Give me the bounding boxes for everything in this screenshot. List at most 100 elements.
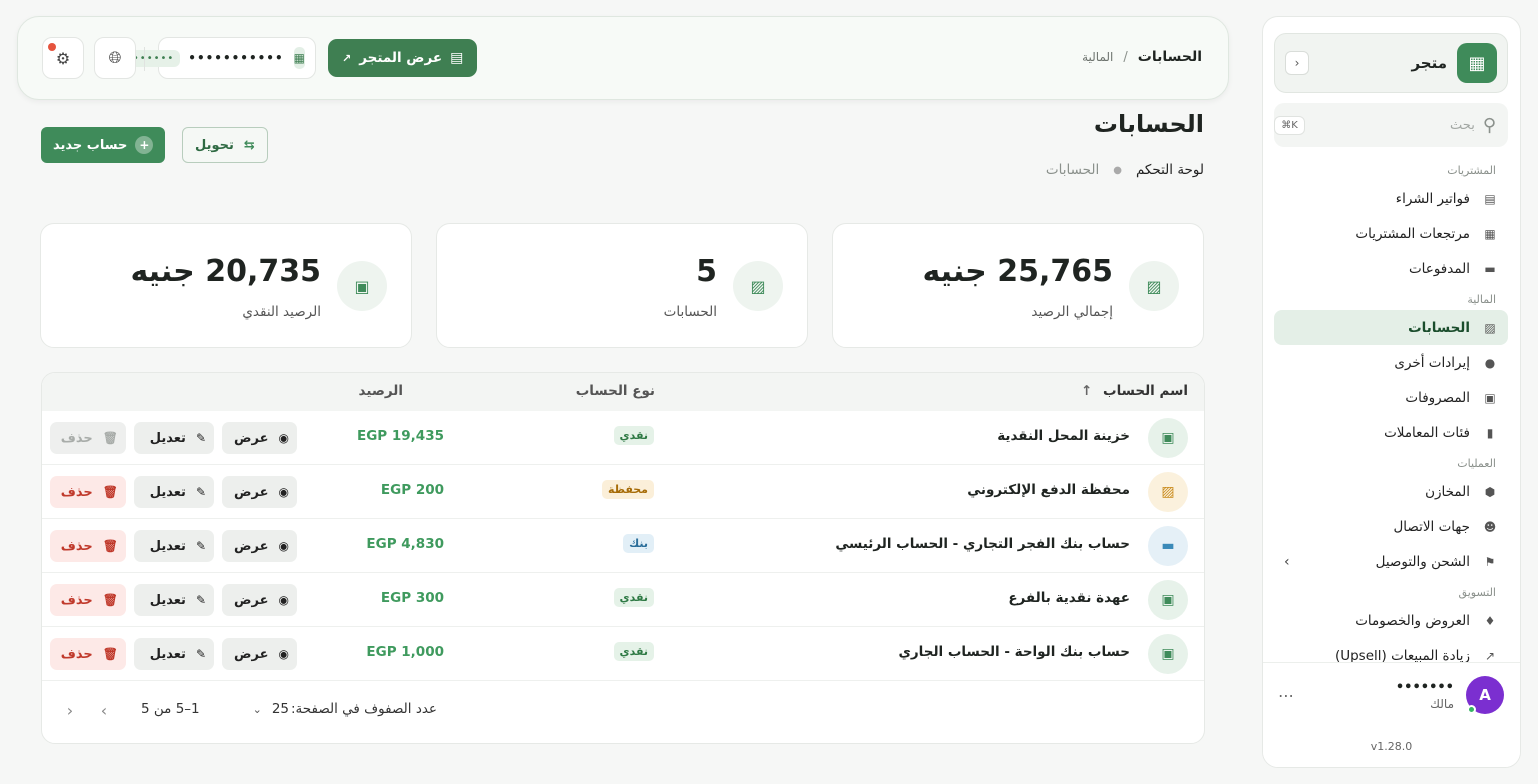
edit-button[interactable]: ✎ تعديل bbox=[134, 638, 214, 670]
new-account-button[interactable]: + حساب جديد bbox=[41, 127, 166, 163]
sidebar-item[interactable]: ⚑ الشحن والتوصيل › bbox=[1274, 544, 1508, 579]
stat-label: إجمالي الرصيد bbox=[1031, 304, 1113, 320]
sidebar-item[interactable]: ● إيرادات أخرى bbox=[1274, 345, 1508, 380]
account-name[interactable]: عهدة نقدية بالفرع bbox=[1008, 590, 1130, 606]
invoice-icon: ▤ bbox=[1484, 191, 1496, 206]
sidebar-item[interactable]: ☻ جهات الاتصال bbox=[1274, 509, 1508, 544]
table-row[interactable]: ▣ حساب بنك الواحة - الحساب الجاري نقدي E… bbox=[42, 627, 1204, 681]
breadcrumb-home[interactable]: لوحة التحكم bbox=[1136, 162, 1204, 178]
avatar-initial: A bbox=[1479, 686, 1491, 704]
collapse-sidebar-button[interactable]: ‹ bbox=[1285, 51, 1309, 75]
view-label: عرض bbox=[234, 592, 269, 608]
transfer-label: تحويل bbox=[195, 137, 234, 153]
store-switcher[interactable]: ▦ متجر ‹ bbox=[1274, 33, 1508, 93]
user-name: ••••••• bbox=[1395, 679, 1454, 695]
view-button[interactable]: ◉ عرض bbox=[222, 584, 297, 616]
column-header-name[interactable]: اسم الحساب ↑ bbox=[1081, 383, 1188, 399]
view-button[interactable]: ◉ عرض bbox=[222, 530, 297, 562]
delete-button[interactable]: 🗑︎ حذف bbox=[50, 638, 126, 670]
chevron-left-icon[interactable]: › bbox=[1284, 554, 1290, 570]
account-name[interactable]: حساب بنك الفجر التجاري - الحساب الرئيسي bbox=[835, 536, 1130, 552]
delete-button[interactable]: 🗑︎ حذف bbox=[50, 530, 126, 562]
sidebar-item[interactable]: ▤ فواتير الشراء bbox=[1274, 181, 1508, 216]
view-store-button[interactable]: ▤ عرض المتجر ↗ bbox=[328, 39, 478, 77]
next-page-button[interactable]: ‹ bbox=[56, 696, 84, 724]
delete-button[interactable]: 🗑︎ حذف bbox=[50, 584, 126, 616]
sidebar-item[interactable]: ▨ الحسابات bbox=[1274, 310, 1508, 345]
sidebar-search[interactable]: ⚲ ⌘K bbox=[1274, 103, 1508, 147]
eye-icon: ◉ bbox=[278, 485, 289, 499]
external-link-icon: ↗ bbox=[342, 51, 352, 65]
column-header-name-label: اسم الحساب bbox=[1103, 383, 1188, 399]
edit-button[interactable]: ✎ تعديل bbox=[134, 476, 214, 508]
box-icon: ⬢ bbox=[1484, 484, 1496, 499]
table-row[interactable]: ▣ عهدة نقدية بالفرع نقدي EGP 300 ◉ عرض ✎… bbox=[42, 573, 1204, 627]
pagination-range: 1–5 من 5 bbox=[141, 701, 200, 717]
rows-per-page-select[interactable]: 25 ⌄ bbox=[253, 701, 289, 717]
branch-selector[interactable]: ▦ ••••••••••• •••••• bbox=[126, 37, 316, 79]
breadcrumb-separator: / bbox=[1123, 49, 1128, 65]
eye-icon: ◉ bbox=[278, 647, 289, 661]
language-button[interactable]: 🌐︎ bbox=[94, 37, 136, 79]
view-label: عرض bbox=[234, 430, 269, 446]
sidebar-item[interactable]: ⬢ المخازن bbox=[1274, 474, 1508, 509]
transfer-button[interactable]: ⇆ تحويل bbox=[182, 127, 268, 163]
delete-button[interactable]: 🗑︎ حذف bbox=[50, 476, 126, 508]
previous-page-button[interactable]: › bbox=[90, 696, 118, 724]
account-name[interactable]: محفظة الدفع الإلكتروني bbox=[967, 482, 1130, 498]
settings-button[interactable]: ⚙ bbox=[42, 37, 84, 79]
sidebar-item-label: العروض والخصومات bbox=[1355, 612, 1470, 629]
account-name[interactable]: خزينة المحل النقدية bbox=[997, 428, 1130, 444]
avatar: A bbox=[1466, 676, 1504, 714]
return-icon: ▦ bbox=[1484, 226, 1496, 241]
sidebar-item[interactable]: ▮ فئات المعاملات bbox=[1274, 415, 1508, 450]
expense-icon: ▣ bbox=[1484, 390, 1496, 405]
search-input[interactable] bbox=[1304, 117, 1475, 133]
sidebar-item-label: المدفوعات bbox=[1408, 260, 1470, 277]
payment-icon: ▬ bbox=[1484, 261, 1496, 276]
edit-button[interactable]: ✎ تعديل bbox=[134, 530, 214, 562]
cash-icon: ▣ bbox=[337, 261, 387, 311]
breadcrumb-current-page: الحسابات bbox=[1045, 162, 1100, 178]
view-button[interactable]: ◉ عرض bbox=[222, 476, 297, 508]
table-row[interactable]: ▬ حساب بنك الفجر التجاري - الحساب الرئيس… bbox=[42, 519, 1204, 573]
sidebar-item[interactable]: ▬ المدفوعات bbox=[1274, 251, 1508, 286]
column-header-balance: الرصيد bbox=[358, 383, 403, 399]
store-logo-icon: ▦ bbox=[1457, 43, 1497, 83]
eye-icon: ◉ bbox=[278, 431, 289, 445]
nav-section-title: العمليات bbox=[1457, 457, 1496, 470]
user-profile[interactable]: A ••••••• مالك ⋯ bbox=[1278, 675, 1504, 715]
column-header-type: نوع الحساب bbox=[575, 383, 655, 399]
view-button[interactable]: ◉ عرض bbox=[222, 638, 297, 670]
cash-account-icon: ▣ bbox=[1148, 580, 1188, 620]
edit-label: تعديل bbox=[149, 484, 186, 500]
stat-card-cash-balance: ▣ 20,735 جنيه الرصيد النقدي bbox=[40, 223, 412, 348]
delete-label: حذف bbox=[60, 484, 93, 500]
stat-value: 25,765 جنيه bbox=[922, 254, 1113, 289]
view-button[interactable]: ◉ عرض bbox=[222, 422, 297, 454]
view-label: عرض bbox=[234, 538, 269, 554]
trash-icon: 🗑︎ bbox=[102, 647, 118, 661]
table-row[interactable]: ▨ محفظة الدفع الإلكتروني محفظة EGP 200 ◉… bbox=[42, 465, 1204, 519]
account-balance: EGP 300 bbox=[380, 590, 444, 606]
cash-account-icon: ▣ bbox=[1148, 634, 1188, 674]
breadcrumb-parent[interactable]: المالية bbox=[1082, 50, 1113, 64]
sidebar-item[interactable]: ▦ مرتجعات المشتريات bbox=[1274, 216, 1508, 251]
rows-per-page-value: 25 bbox=[271, 701, 289, 717]
sidebar-item-label: المصروفات bbox=[1405, 389, 1470, 406]
wallet-icon: ▨ bbox=[1129, 261, 1179, 311]
sidebar-item-label: الحسابات bbox=[1408, 319, 1470, 336]
account-name[interactable]: حساب بنك الواحة - الحساب الجاري bbox=[899, 644, 1131, 660]
sidebar-item[interactable]: ♦ العروض والخصومات bbox=[1274, 603, 1508, 638]
table-row[interactable]: ▣ خزينة المحل النقدية نقدي EGP 19,435 ◉ … bbox=[42, 411, 1204, 465]
sidebar-item-label: إيرادات أخرى bbox=[1394, 354, 1470, 371]
edit-button[interactable]: ✎ تعديل bbox=[134, 422, 214, 454]
edit-button[interactable]: ✎ تعديل bbox=[134, 584, 214, 616]
tag-icon: ▮ bbox=[1486, 425, 1494, 440]
discount-icon: ♦ bbox=[1484, 613, 1496, 628]
cash-account-icon: ▣ bbox=[1148, 418, 1188, 458]
accounts-table: اسم الحساب ↑ نوع الحساب الرصيد ▣ خزينة ا… bbox=[41, 372, 1205, 744]
sidebar-item[interactable]: ▣ المصروفات bbox=[1274, 380, 1508, 415]
account-type-badge: نقدي bbox=[613, 588, 654, 607]
more-options-icon[interactable]: ⋯ bbox=[1278, 686, 1294, 705]
